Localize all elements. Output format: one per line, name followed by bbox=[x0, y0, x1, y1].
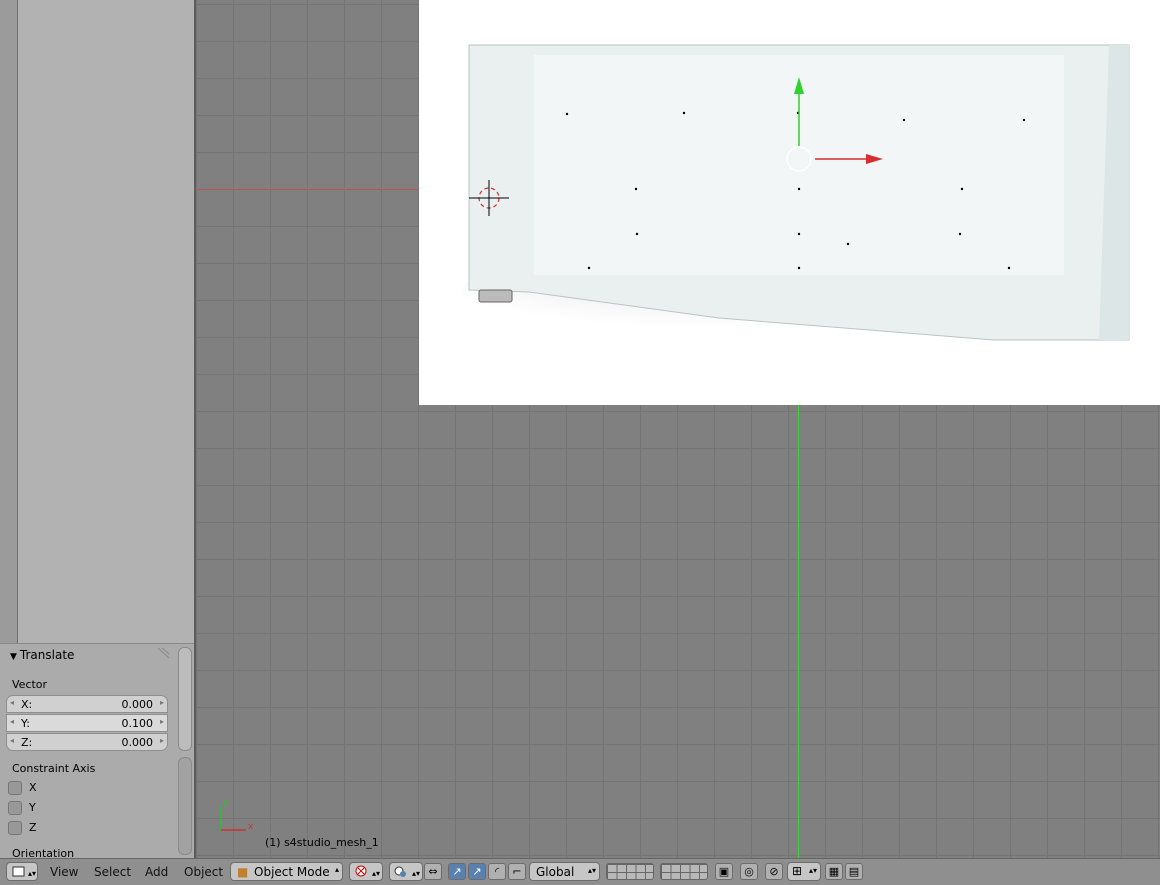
vector-label: Vector bbox=[12, 678, 48, 691]
menu-view[interactable]: View bbox=[50, 865, 78, 879]
scale-manipulator-icon[interactable]: ⌐ bbox=[508, 863, 526, 880]
manipulator-toggle-icon[interactable]: ↗ bbox=[448, 863, 466, 880]
active-object-name: (1) s4studio_mesh_1 bbox=[265, 836, 379, 849]
decrement-arrow-icon[interactable]: ◂ bbox=[10, 698, 14, 707]
left-edge-strip bbox=[0, 0, 18, 643]
rotate-manipulator-icon[interactable]: ◜ bbox=[488, 863, 506, 880]
x-value: 0.000 bbox=[121, 698, 154, 711]
z-value: 0.000 bbox=[121, 736, 154, 749]
reference-image[interactable] bbox=[419, 0, 1160, 405]
snap-grid-icon: ⊞ bbox=[792, 864, 803, 878]
y-axis-line bbox=[798, 405, 799, 858]
operator-panel: ▼ Translate Vector ◂ X: 0.000 ▸ ◂ Y: 0.10… bbox=[0, 643, 194, 860]
collapse-triangle-icon[interactable]: ▼ bbox=[10, 652, 17, 662]
x-label: X: bbox=[21, 698, 33, 711]
svg-text:▴▾: ▴▾ bbox=[28, 869, 36, 878]
increment-arrow-icon[interactable]: ▸ bbox=[160, 736, 164, 745]
svg-text:▴▾: ▴▾ bbox=[412, 869, 420, 878]
vector-x-field[interactable]: ◂ X: 0.000 ▸ bbox=[6, 695, 168, 713]
layer-buttons-2[interactable] bbox=[660, 863, 708, 880]
viewport-header: ▴▾ View Select Add Object ■ Object Mode … bbox=[0, 858, 1160, 885]
operator-title: Translate bbox=[19, 648, 75, 662]
editor-type-button[interactable]: ▴▾ bbox=[6, 862, 38, 881]
render-anim-icon[interactable]: ▤ bbox=[845, 863, 863, 880]
proportional-editing-icon[interactable]: ◎ bbox=[740, 863, 758, 880]
layer-buttons-1[interactable] bbox=[606, 863, 654, 880]
pivot-selector[interactable]: ▴▾ bbox=[389, 862, 423, 881]
mode-selector[interactable]: ■ Object Mode ▴ bbox=[230, 862, 343, 881]
vector-z-field[interactable]: ◂ Z: 0.000 ▸ bbox=[6, 733, 168, 751]
mode-label: Object Mode bbox=[254, 865, 330, 879]
menu-object[interactable]: Object bbox=[184, 865, 223, 879]
updown-arrow-icon: ▴ bbox=[334, 865, 339, 874]
operator-panel-scrollbar[interactable] bbox=[178, 647, 192, 751]
translate-manipulator-icon[interactable]: ↗ bbox=[468, 863, 486, 880]
view-axis-widget: y x bbox=[214, 796, 254, 836]
updown-arrow-icon: ▴▾ bbox=[587, 866, 596, 875]
lock-layers-icon[interactable]: ▣ bbox=[715, 863, 733, 880]
svg-text:▴▾: ▴▾ bbox=[372, 869, 380, 878]
axis-widget-y-label: y bbox=[223, 798, 229, 808]
y-label: Y: bbox=[21, 717, 30, 730]
cube-icon: ■ bbox=[237, 865, 249, 879]
mesh-foot bbox=[478, 289, 513, 303]
shading-selector[interactable]: ▴▾ bbox=[349, 862, 383, 881]
checkbox-icon[interactable] bbox=[8, 781, 22, 795]
transform-orientation-selector[interactable]: Global ▴▾ bbox=[529, 862, 600, 881]
constraint-y-label: Y bbox=[29, 801, 36, 814]
orientation-label-value: Global bbox=[536, 865, 575, 879]
object-mesh-render bbox=[459, 44, 1130, 370]
increment-arrow-icon[interactable]: ▸ bbox=[160, 717, 164, 726]
snap-toggle-icon[interactable]: ⊘ bbox=[765, 863, 783, 880]
manipulate-center-icon[interactable]: ⇔ bbox=[424, 863, 442, 880]
snap-element-selector[interactable]: ⊞ ▴▾ bbox=[787, 862, 821, 881]
decrement-arrow-icon[interactable]: ◂ bbox=[10, 736, 14, 745]
z-label: Z: bbox=[21, 736, 33, 749]
render-camera-icon[interactable]: ▦ bbox=[825, 863, 843, 880]
checkbox-icon[interactable] bbox=[8, 801, 22, 815]
operator-panel-scroll-track[interactable] bbox=[178, 757, 192, 855]
updown-arrow-icon: ▴▾ bbox=[808, 866, 817, 875]
y-value: 0.100 bbox=[121, 717, 154, 730]
menu-add[interactable]: Add bbox=[145, 865, 168, 879]
increment-arrow-icon[interactable]: ▸ bbox=[160, 698, 164, 707]
constraint-z-label: Z bbox=[29, 821, 37, 834]
constraint-y-checkbox[interactable]: Y bbox=[8, 801, 36, 815]
operator-panel-header[interactable]: ▼ Translate bbox=[10, 648, 74, 662]
x-axis-line bbox=[196, 188, 420, 189]
panel-resize-handle[interactable] bbox=[156, 647, 170, 659]
vector-y-field[interactable]: ◂ Y: 0.100 ▸ bbox=[6, 714, 168, 732]
checkbox-icon[interactable] bbox=[8, 821, 22, 835]
menu-select[interactable]: Select bbox=[94, 865, 131, 879]
constraint-axis-label: Constraint Axis bbox=[12, 762, 96, 775]
constraint-x-checkbox[interactable]: X bbox=[8, 781, 37, 795]
constraint-x-label: X bbox=[29, 781, 37, 794]
constraint-z-checkbox[interactable]: Z bbox=[8, 821, 37, 835]
tool-shelf bbox=[18, 0, 194, 643]
decrement-arrow-icon[interactable]: ◂ bbox=[10, 717, 14, 726]
axis-widget-x-label: x bbox=[248, 822, 254, 832]
